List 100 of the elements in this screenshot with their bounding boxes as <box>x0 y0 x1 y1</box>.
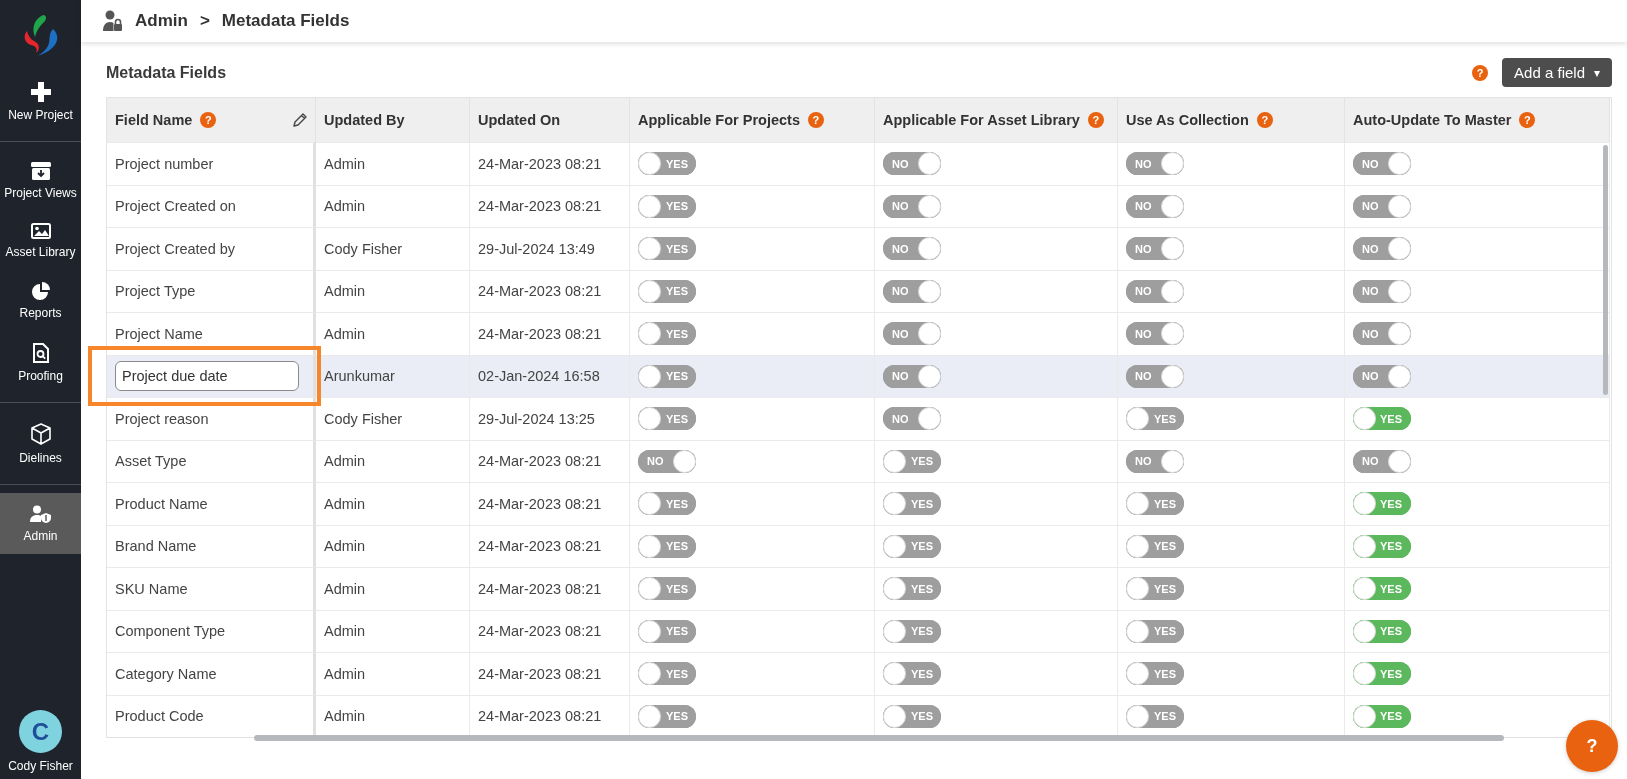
vertical-scrollbar[interactable] <box>1603 145 1608 395</box>
sidebar-item[interactable]: Reports <box>0 270 81 331</box>
toggle-switch[interactable]: YES <box>1353 619 1411 643</box>
toggle-switch[interactable]: YES <box>638 237 696 261</box>
toggle-switch[interactable]: YES <box>1126 662 1184 686</box>
toggle-switch[interactable]: YES <box>1353 662 1411 686</box>
table-cell: 29-Jul-2024 13:49 <box>478 240 595 257</box>
table-cell: Component Type <box>115 623 226 640</box>
toggle-switch[interactable]: YES <box>883 704 941 728</box>
table-cell: 24-Mar-2023 08:21 <box>478 495 602 512</box>
toggle-switch[interactable]: NO <box>1353 322 1411 346</box>
toggle-switch[interactable]: YES <box>1126 619 1184 643</box>
toggle-switch[interactable]: YES <box>638 322 696 346</box>
toggle-switch[interactable]: NO <box>1126 449 1184 473</box>
column-header: Use As Collection <box>1126 112 1249 128</box>
table-cell: Admin <box>324 283 366 300</box>
toggle-switch[interactable]: NO <box>1353 152 1411 176</box>
sidebar-item[interactable]: Project Views <box>0 150 81 211</box>
breadcrumb-item[interactable]: Metadata Fields <box>221 11 350 31</box>
toggle-switch[interactable]: YES <box>638 662 696 686</box>
toggle-switch[interactable]: NO <box>1353 279 1411 303</box>
table-cell: Asset Type <box>115 453 187 470</box>
toggle-switch[interactable]: YES <box>883 619 941 643</box>
sidebar-item[interactable]: New Project <box>0 70 81 133</box>
table-cell: Project Created on <box>115 198 236 215</box>
table-cell: Admin <box>324 538 366 555</box>
horizontal-scrollbar[interactable] <box>254 735 1504 741</box>
toggle-switch[interactable]: NO <box>883 194 941 218</box>
toggle-switch[interactable]: YES <box>883 492 941 516</box>
toggle-switch[interactable]: YES <box>638 152 696 176</box>
column-header: Auto-Update To Master <box>1353 112 1512 128</box>
toggle-switch[interactable]: YES <box>1353 577 1411 601</box>
sidebar-item[interactable]: Proofing <box>0 331 81 394</box>
toggle-switch[interactable]: NO <box>1126 152 1184 176</box>
table-cell: 24-Mar-2023 08:21 <box>478 708 602 725</box>
toggle-switch[interactable]: YES <box>638 577 696 601</box>
toggle-switch[interactable]: YES <box>1126 577 1184 601</box>
sidebar-item[interactable]: Asset Library <box>0 211 81 270</box>
table-cell: Admin <box>324 198 366 215</box>
table-cell: 24-Mar-2023 08:21 <box>478 198 602 215</box>
table-cell: 24-Mar-2023 08:21 <box>478 538 602 555</box>
toggle-switch[interactable]: NO <box>883 152 941 176</box>
toggle-switch[interactable]: YES <box>638 534 696 558</box>
toggle-switch[interactable]: NO <box>883 237 941 261</box>
toggle-switch[interactable]: NO <box>883 407 941 431</box>
sidebar-item[interactable]: Admin <box>0 493 81 554</box>
toggle-switch[interactable]: YES <box>883 534 941 558</box>
toggle-switch[interactable]: NO <box>1126 322 1184 346</box>
add-field-button[interactable]: Add a field ▾ <box>1502 58 1612 87</box>
help-icon[interactable]: ? <box>200 112 217 128</box>
toggle-switch[interactable]: YES <box>883 662 941 686</box>
toggle-switch[interactable]: NO <box>1353 449 1411 473</box>
toggle-switch[interactable]: YES <box>638 194 696 218</box>
user-avatar[interactable]: C <box>19 710 62 753</box>
input-field[interactable]: Project due date <box>115 361 299 392</box>
toggle-switch[interactable]: NO <box>638 449 696 473</box>
toggle-switch[interactable]: NO <box>1353 364 1411 388</box>
selected-row-cell[interactable]: Project due date <box>107 354 316 397</box>
help-button[interactable]: ? <box>1566 720 1618 772</box>
toggle-switch[interactable]: NO <box>1126 279 1184 303</box>
pencil-icon[interactable] <box>293 113 307 127</box>
table-cell: 29-Jul-2024 13:25 <box>478 410 595 427</box>
toggle-switch[interactable]: YES <box>638 279 696 303</box>
toggle-switch[interactable]: NO <box>1126 237 1184 261</box>
toggle-switch[interactable]: YES <box>1353 407 1411 431</box>
toggle-switch[interactable]: YES <box>638 407 696 431</box>
user-lock-icon <box>103 10 123 32</box>
toggle-switch[interactable]: NO <box>883 322 941 346</box>
toggle-switch[interactable]: YES <box>638 492 696 516</box>
toggle-switch[interactable]: YES <box>1126 492 1184 516</box>
toggle-switch[interactable]: YES <box>1126 704 1184 728</box>
toggle-switch[interactable]: NO <box>883 279 941 303</box>
toggle-switch[interactable]: YES <box>638 619 696 643</box>
toggle-switch[interactable]: YES <box>1353 492 1411 516</box>
page-title: Metadata Fields <box>106 63 228 82</box>
toggle-switch[interactable]: YES <box>1126 534 1184 558</box>
help-icon[interactable]: ? <box>1472 64 1489 81</box>
box-icon <box>29 423 52 445</box>
toggle-switch[interactable]: YES <box>883 449 941 473</box>
breadcrumb-item[interactable]: Admin <box>135 11 188 31</box>
toggle-switch[interactable]: NO <box>1126 364 1184 388</box>
help-icon[interactable]: ? <box>1519 112 1536 128</box>
toggle-switch[interactable]: NO <box>1353 237 1411 261</box>
table-cell: SKU Name <box>115 580 188 597</box>
toggle-switch[interactable]: YES <box>638 364 696 388</box>
toggle-switch[interactable]: NO <box>883 364 941 388</box>
toggle-switch[interactable]: YES <box>638 704 696 728</box>
toggle-switch[interactable]: YES <box>1353 704 1411 728</box>
table-cell: Project number <box>115 155 214 172</box>
table-cell: 24-Mar-2023 08:21 <box>478 325 602 342</box>
toggle-switch[interactable]: NO <box>1353 194 1411 218</box>
help-icon[interactable]: ? <box>807 112 824 128</box>
toggle-switch[interactable]: YES <box>1353 534 1411 558</box>
help-icon[interactable]: ? <box>1256 112 1273 128</box>
toggle-switch[interactable]: YES <box>883 577 941 601</box>
toggle-switch[interactable]: YES <box>1126 407 1184 431</box>
table-cell: Product Code <box>115 708 204 725</box>
help-icon[interactable]: ? <box>1087 112 1104 128</box>
sidebar-item[interactable]: Dielines <box>0 411 81 476</box>
toggle-switch[interactable]: NO <box>1126 194 1184 218</box>
